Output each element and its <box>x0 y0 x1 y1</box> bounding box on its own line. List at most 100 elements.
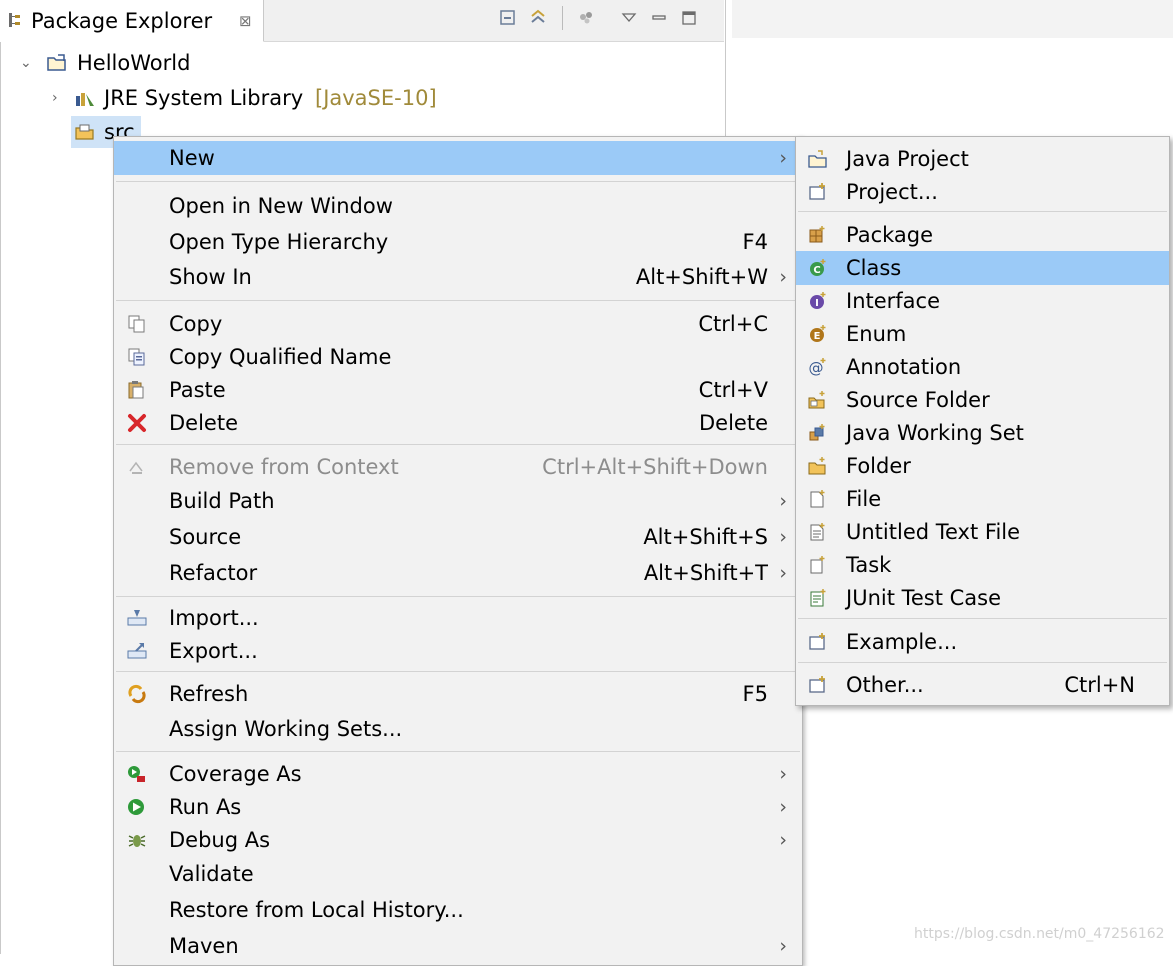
menu-separator <box>116 671 800 672</box>
menu-item-shortcut: Delete <box>699 411 768 435</box>
menu-item-label: Show In <box>169 265 252 289</box>
collapse-twisty-icon[interactable]: › <box>52 82 58 114</box>
menu-item-refactor[interactable]: Refactor Alt+Shift+T › <box>114 556 802 590</box>
submenu-item-class[interactable]: C Class <box>796 251 1169 285</box>
minimize-icon[interactable] <box>649 8 669 28</box>
menu-item-label: Enum <box>846 322 907 346</box>
project-wizard-icon <box>809 183 825 200</box>
menu-item-assign-working-sets[interactable]: Assign Working Sets... <box>114 712 802 746</box>
menu-separator <box>116 181 800 182</box>
java-project-wizard-icon <box>808 150 827 168</box>
menu-item-label: Other... <box>846 673 924 697</box>
submenu-item-java-working-set[interactable]: Java Working Set <box>796 416 1169 450</box>
new-submenu: Java Project Project... Package C Class … <box>795 136 1170 706</box>
working-set-icon <box>809 424 825 441</box>
menu-item-refresh[interactable]: Refresh F5 <box>114 677 802 711</box>
menu-item-label: Maven <box>169 934 239 958</box>
menu-item-open-in-new-window[interactable]: Open in New Window <box>114 189 802 223</box>
view-toolbar <box>264 0 724 42</box>
menu-item-maven[interactable]: Maven › <box>114 929 802 963</box>
menu-item-label: Project... <box>846 180 938 204</box>
svg-text:E: E <box>814 331 821 342</box>
submenu-arrow-icon: › <box>779 526 787 548</box>
menu-item-label: Export... <box>169 639 258 663</box>
menu-item-label: Validate <box>169 862 254 886</box>
submenu-item-folder[interactable]: Folder <box>796 449 1169 483</box>
submenu-item-java-project[interactable]: Java Project <box>796 142 1169 176</box>
tree-item-jre-library[interactable]: › JRE System Library [JavaSE-10] <box>0 82 720 114</box>
menu-item-label: Copy <box>169 312 223 336</box>
menu-item-delete[interactable]: Delete Delete <box>114 406 802 440</box>
submenu-item-package[interactable]: Package <box>796 218 1169 252</box>
menu-item-run-as[interactable]: Run As › <box>114 790 802 824</box>
enum-icon: E <box>810 325 826 342</box>
watermark: https://blog.csdn.net/m0_47256162 <box>914 926 1165 942</box>
copy-icon <box>128 315 145 333</box>
menu-item-show-in[interactable]: Show In Alt+Shift+W › <box>114 260 802 294</box>
source-folder-wizard-icon <box>808 391 825 409</box>
menu-item-import[interactable]: Import... <box>114 601 802 635</box>
submenu-item-source-folder[interactable]: Source Folder <box>796 383 1169 417</box>
submenu-item-annotation[interactable]: @ Annotation <box>796 350 1169 384</box>
menu-item-export[interactable]: Export... <box>114 634 802 668</box>
menu-item-label: Folder <box>846 454 911 478</box>
menu-item-paste[interactable]: Paste Ctrl+V <box>114 373 802 407</box>
submenu-arrow-icon: › <box>779 562 787 584</box>
menu-item-debug-as[interactable]: Debug As › <box>114 823 802 857</box>
junit-icon <box>810 589 826 607</box>
menu-item-label: New <box>169 146 215 170</box>
menu-item-label: Import... <box>169 606 259 630</box>
menu-item-label: Java Project <box>846 147 969 171</box>
menu-item-copy-qualified-name[interactable]: Copy Qualified Name <box>114 340 802 374</box>
submenu-arrow-icon: › <box>779 935 787 957</box>
menu-item-coverage-as[interactable]: Coverage As › <box>114 757 802 791</box>
filters-icon[interactable] <box>576 8 596 28</box>
submenu-item-junit-test-case[interactable]: JUnit Test Case <box>796 581 1169 615</box>
menu-item-label: JUnit Test Case <box>846 586 1002 610</box>
submenu-item-untitled-text-file[interactable]: Untitled Text File <box>796 515 1169 549</box>
submenu-item-file[interactable]: File <box>796 482 1169 516</box>
maximize-icon[interactable] <box>679 8 699 28</box>
menu-item-label: Debug As <box>169 828 271 852</box>
editor-area-header <box>732 0 1173 38</box>
example-icon <box>809 633 825 650</box>
menu-separator <box>798 211 1167 212</box>
submenu-item-project[interactable]: Project... <box>796 175 1169 209</box>
submenu-item-interface[interactable]: I Interface <box>796 284 1169 318</box>
menu-item-new[interactable]: New › <box>114 141 802 175</box>
tree-item-helloworld[interactable]: ⌄ HelloWorld <box>0 47 720 79</box>
menu-item-label: Package <box>846 223 934 247</box>
menu-item-label: Run As <box>169 795 242 819</box>
file-icon <box>810 490 825 508</box>
menu-item-label: Open Type Hierarchy <box>169 230 389 254</box>
link-with-editor-icon[interactable] <box>528 8 548 28</box>
svg-text:C: C <box>813 265 820 276</box>
menu-item-open-type-hierarchy[interactable]: Open Type Hierarchy F4 <box>114 225 802 259</box>
expand-twisty-icon[interactable]: ⌄ <box>20 47 32 79</box>
svg-text:@: @ <box>809 359 824 377</box>
submenu-item-task[interactable]: Task <box>796 548 1169 582</box>
submenu-arrow-icon: › <box>779 763 787 785</box>
close-icon[interactable]: ⊠ <box>239 12 252 30</box>
menu-item-build-path[interactable]: Build Path › <box>114 484 802 518</box>
tree-item-label: HelloWorld <box>77 51 191 75</box>
menu-item-shortcut: F4 <box>742 230 768 254</box>
menu-item-copy[interactable]: Copy Ctrl+C <box>114 307 802 341</box>
menu-item-source[interactable]: Source Alt+Shift+S › <box>114 520 802 554</box>
submenu-item-other[interactable]: Other... Ctrl+N <box>796 668 1169 702</box>
source-folder-icon <box>75 124 94 140</box>
tree-item-label: JRE System Library <box>104 86 304 110</box>
submenu-arrow-icon: › <box>779 829 787 851</box>
submenu-item-enum[interactable]: E Enum <box>796 317 1169 351</box>
other-wizard-icon <box>809 676 825 693</box>
collapse-all-icon[interactable] <box>498 8 518 28</box>
menu-item-validate[interactable]: Validate <box>114 857 802 891</box>
submenu-item-example[interactable]: Example... <box>796 625 1169 659</box>
package-explorer-tab[interactable]: Package Explorer ⊠ <box>0 0 264 42</box>
interface-icon: I <box>810 292 826 309</box>
view-menu-icon[interactable] <box>619 8 639 28</box>
copy-qualified-name-icon <box>128 348 145 366</box>
annotation-icon: @ <box>809 358 826 377</box>
menu-item-shortcut: Alt+Shift+W <box>635 265 768 289</box>
menu-item-restore-local-history[interactable]: Restore from Local History... <box>114 893 802 927</box>
